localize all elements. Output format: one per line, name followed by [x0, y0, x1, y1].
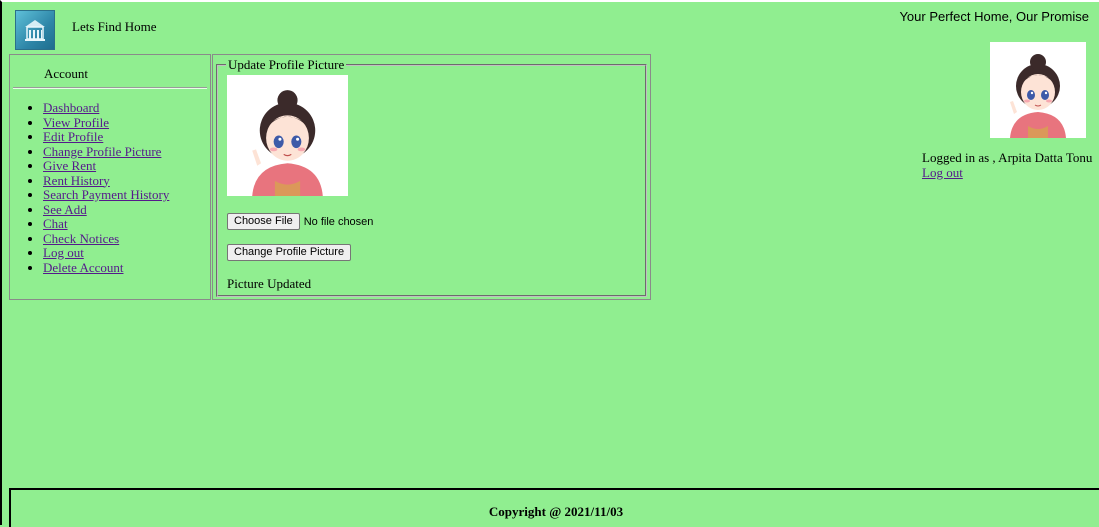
file-status-text: No file chosen [303, 215, 374, 228]
footer: Copyright @ 2021/11/03 [9, 488, 1099, 527]
current-profile-picture [227, 75, 348, 196]
edit-profile-link[interactable]: Edit Profile [43, 129, 103, 144]
sidebar-item-change-profile-picture: Change Profile Picture [43, 144, 169, 160]
user-avatar [990, 42, 1086, 138]
sidebar-item-edit-profile: Edit Profile [43, 129, 169, 145]
sidebar-logout-link[interactable]: Log out [43, 245, 84, 260]
sidebar-item-give-rent: Give Rent [43, 158, 169, 174]
sidebar-item-dashboard: Dashboard [43, 100, 169, 116]
sidebar-item-chat: Chat [43, 216, 169, 232]
change-profile-picture-link[interactable]: Change Profile Picture [43, 144, 161, 159]
sidebar-item-see-add: See Add [43, 202, 169, 218]
sidebar-item-rent-history: Rent History [43, 173, 169, 189]
logged-in-text: Logged in as , Arpita Datta Tonu [922, 150, 1093, 165]
change-profile-picture-button[interactable]: Change Profile Picture [227, 244, 352, 261]
file-input-row: Choose File No file chosen [227, 213, 373, 230]
sidebar-title: Account [44, 66, 89, 81]
sidebar-item-search-payment-history: Search Payment History [43, 187, 169, 203]
sidebar-item-log-out: Log out [43, 245, 169, 261]
sidebar-menu: Dashboard View Profile Edit Profile Chan… [10, 100, 169, 276]
sidebar-item-check-notices: Check Notices [43, 231, 169, 247]
sidebar: Account Dashboard View Profile Edit Prof… [9, 54, 211, 300]
divider [13, 87, 207, 89]
see-add-link[interactable]: See Add [43, 202, 87, 217]
dashboard-link[interactable]: Dashboard [43, 100, 99, 115]
choose-file-button[interactable]: Choose File [227, 213, 300, 230]
search-payment-history-link[interactable]: Search Payment History [43, 187, 169, 202]
rent-history-link[interactable]: Rent History [43, 173, 110, 188]
sidebar-item-delete-account: Delete Account [43, 260, 169, 276]
give-rent-link[interactable]: Give Rent [43, 158, 96, 173]
delete-account-link[interactable]: Delete Account [43, 260, 124, 275]
site-title: Lets Find Home [72, 19, 157, 34]
copyright-text: Copyright @ 2021/11/03 [488, 504, 624, 519]
view-profile-link[interactable]: View Profile [43, 115, 109, 130]
tagline: Your Perfect Home, Our Promise [899, 9, 1089, 24]
house-logo-icon [15, 10, 55, 50]
status-message: Picture Updated [227, 276, 312, 291]
logout-link[interactable]: Log out [922, 165, 963, 181]
chat-link[interactable]: Chat [43, 216, 68, 231]
fieldset-legend: Update Profile Picture [226, 57, 347, 72]
sidebar-item-view-profile: View Profile [43, 115, 169, 131]
main-content: Update Profile Picture Choose File No fi… [212, 54, 651, 300]
check-notices-link[interactable]: Check Notices [43, 231, 119, 246]
update-picture-fieldset: Update Profile Picture Choose File No fi… [216, 57, 647, 297]
